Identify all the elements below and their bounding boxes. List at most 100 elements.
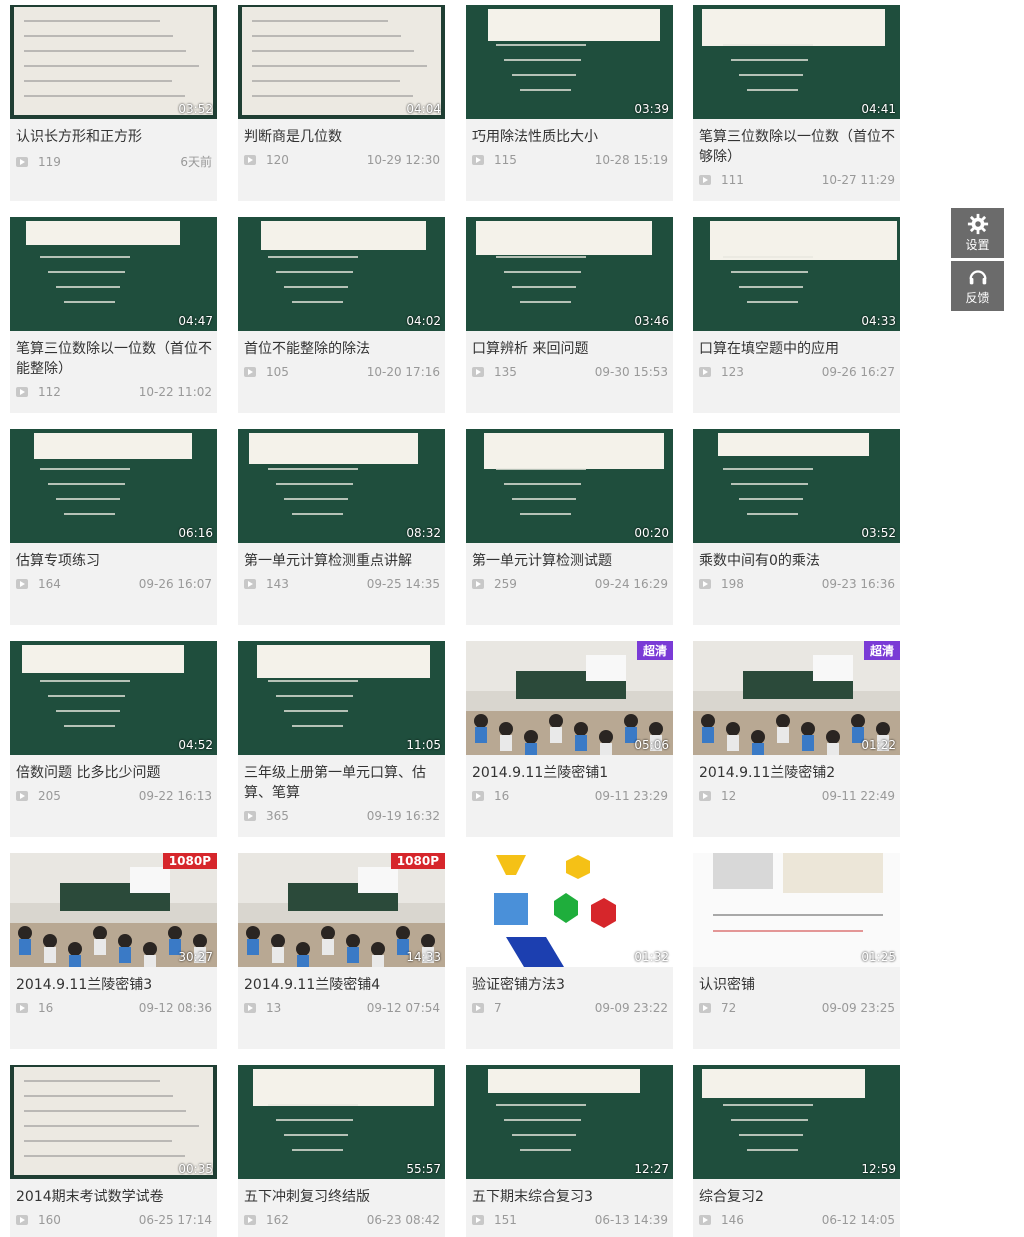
upload-date: 09-26 16:07: [138, 577, 212, 591]
video-card[interactable]: 1080P 30:27 2014.9.11兰陵密铺3 16 09-12 08:36: [10, 853, 217, 1049]
upload-date: 09-19 16:32: [366, 809, 440, 823]
video-title[interactable]: 验证密铺方法3: [472, 975, 668, 995]
video-title[interactable]: 认识长方形和正方形: [16, 127, 212, 147]
video-thumbnail[interactable]: 11:05: [238, 641, 445, 755]
video-card[interactable]: 12:59 综合复习2 146 06-12 14:05: [693, 1065, 900, 1237]
video-duration: 08:32: [406, 526, 441, 540]
upload-date: 10-29 12:30: [366, 153, 440, 167]
video-card[interactable]: 04:04 判断商是几位数 120 10-29 12:30: [238, 5, 445, 201]
video-title[interactable]: 综合复习2: [699, 1187, 895, 1207]
video-thumbnail[interactable]: 超清 01:22: [693, 641, 900, 755]
settings-label: 设置: [965, 238, 990, 252]
video-duration: 03:46: [634, 314, 669, 328]
play-count-icon: [244, 1003, 256, 1013]
video-title[interactable]: 口算在填空题中的应用: [699, 339, 895, 359]
video-duration: 01:32: [634, 950, 669, 964]
video-meta: 16 09-12 08:36: [16, 1001, 212, 1015]
video-card[interactable]: 04:02 首位不能整除的除法 105 10-20 17:16: [238, 217, 445, 413]
video-title[interactable]: 2014.9.11兰陵密铺1: [472, 763, 668, 783]
video-card[interactable]: 04:52 倍数问题 比多比少问题 205 09-22 16:13: [10, 641, 217, 837]
video-thumbnail[interactable]: 1080P 30:27: [10, 853, 217, 967]
play-count: 115: [494, 153, 517, 167]
play-count: 123: [721, 365, 744, 379]
video-title[interactable]: 乘数中间有0的乘法: [699, 551, 895, 571]
video-card[interactable]: 01:32 验证密铺方法3 7 09-09 23:22: [466, 853, 673, 1049]
video-card[interactable]: 55:57 五下冲刺复习终结版 162 06-23 08:42: [238, 1065, 445, 1237]
video-card[interactable]: 00:35 2014期末考试数学试卷 160 06-25 17:14: [10, 1065, 217, 1237]
play-count: 7: [494, 1001, 502, 1015]
video-title[interactable]: 2014期末考试数学试卷: [16, 1187, 212, 1207]
video-thumbnail[interactable]: 04:04: [238, 5, 445, 119]
video-title[interactable]: 倍数问题 比多比少问题: [16, 763, 212, 783]
play-count-icon: [16, 1003, 28, 1013]
video-thumbnail[interactable]: 08:32: [238, 429, 445, 543]
video-title[interactable]: 2014.9.11兰陵密铺4: [244, 975, 440, 995]
video-card[interactable]: 08:32 第一单元计算检测重点讲解 143 09-25 14:35: [238, 429, 445, 625]
video-thumbnail[interactable]: 04:41: [693, 5, 900, 119]
video-thumbnail[interactable]: 超清 05:06: [466, 641, 673, 755]
upload-date: 09-09 23:22: [594, 1001, 668, 1015]
video-thumbnail[interactable]: 04:33: [693, 217, 900, 331]
video-card[interactable]: 00:20 第一单元计算检测试题 259 09-24 16:29: [466, 429, 673, 625]
video-title[interactable]: 首位不能整除的除法: [244, 339, 440, 359]
video-card[interactable]: 12:27 五下期末综合复习3 151 06-13 14:39: [466, 1065, 673, 1237]
video-title[interactable]: 第一单元计算检测试题: [472, 551, 668, 571]
video-thumbnail[interactable]: 03:52: [693, 429, 900, 543]
video-title[interactable]: 笔算三位数除以一位数（首位不够除）: [699, 127, 895, 167]
video-card[interactable]: 1080P 14:33 2014.9.11兰陵密铺4 13 09-12 07:54: [238, 853, 445, 1049]
play-count: 12: [721, 789, 737, 803]
video-card[interactable]: 03:52 乘数中间有0的乘法 198 09-23 16:36: [693, 429, 900, 625]
video-title[interactable]: 巧用除法性质比大小: [472, 127, 668, 147]
video-meta: 119 6天前: [16, 153, 212, 170]
video-title[interactable]: 认识密铺: [699, 975, 895, 995]
video-card[interactable]: 11:05 三年级上册第一单元口算、估算、笔算 365 09-19 16:32: [238, 641, 445, 837]
video-title[interactable]: 估算专项练习: [16, 551, 212, 571]
video-title[interactable]: 2014.9.11兰陵密铺2: [699, 763, 895, 783]
video-card[interactable]: 超清 01:22 2014.9.11兰陵密铺2 12 09-11 22:49: [693, 641, 900, 837]
video-thumbnail[interactable]: 04:47: [10, 217, 217, 331]
video-duration: 04:04: [406, 102, 441, 116]
video-thumbnail[interactable]: 12:27: [466, 1065, 673, 1179]
video-card[interactable]: 04:33 口算在填空题中的应用 123 09-26 16:27: [693, 217, 900, 413]
video-thumbnail[interactable]: 06:16: [10, 429, 217, 543]
video-title[interactable]: 五下期末综合复习3: [472, 1187, 668, 1207]
video-title[interactable]: 判断商是几位数: [244, 127, 440, 147]
video-thumbnail[interactable]: 00:20: [466, 429, 673, 543]
video-card[interactable]: 04:41 笔算三位数除以一位数（首位不够除） 111 10-27 11:29: [693, 5, 900, 201]
video-thumbnail[interactable]: 04:52: [10, 641, 217, 755]
video-meta: 120 10-29 12:30: [244, 153, 440, 167]
video-thumbnail[interactable]: 03:52: [10, 5, 217, 119]
video-thumbnail[interactable]: 03:39: [466, 5, 673, 119]
play-count-icon: [16, 1215, 28, 1225]
video-thumbnail[interactable]: 55:57: [238, 1065, 445, 1179]
video-title[interactable]: 笔算三位数除以一位数（首位不能整除）: [16, 339, 212, 379]
video-thumbnail[interactable]: 01:25: [693, 853, 900, 967]
video-thumbnail[interactable]: 00:35: [10, 1065, 217, 1179]
play-count: 16: [38, 1001, 54, 1015]
video-card[interactable]: 超清 05:06 2014.9.11兰陵密铺1 16 09-11 23:29: [466, 641, 673, 837]
play-count: 112: [38, 385, 61, 399]
video-card[interactable]: 04:47 笔算三位数除以一位数（首位不能整除） 112 10-22 11:02: [10, 217, 217, 413]
video-meta: 205 09-22 16:13: [16, 789, 212, 803]
video-thumbnail[interactable]: 1080P 14:33: [238, 853, 445, 967]
video-card[interactable]: 01:25 认识密铺 72 09-09 23:25: [693, 853, 900, 1049]
video-title[interactable]: 2014.9.11兰陵密铺3: [16, 975, 212, 995]
video-thumbnail[interactable]: 04:02: [238, 217, 445, 331]
video-meta: 115 10-28 15:19: [472, 153, 668, 167]
video-card[interactable]: 03:39 巧用除法性质比大小 115 10-28 15:19: [466, 5, 673, 201]
quality-badge: 1080P: [390, 853, 445, 869]
video-title[interactable]: 五下冲刺复习终结版: [244, 1187, 440, 1207]
video-card[interactable]: 03:52 认识长方形和正方形 119 6天前: [10, 5, 217, 201]
video-thumbnail[interactable]: 12:59: [693, 1065, 900, 1179]
play-count: 146: [721, 1213, 744, 1227]
video-card[interactable]: 03:46 口算辨析 来回问题 135 09-30 15:53: [466, 217, 673, 413]
feedback-button[interactable]: 反馈: [951, 261, 1004, 311]
settings-button[interactable]: 设置: [951, 208, 1004, 258]
video-card[interactable]: 06:16 估算专项练习 164 09-26 16:07: [10, 429, 217, 625]
video-thumbnail[interactable]: 03:46: [466, 217, 673, 331]
upload-date: 09-11 22:49: [821, 789, 895, 803]
video-thumbnail[interactable]: 01:32: [466, 853, 673, 967]
video-title[interactable]: 三年级上册第一单元口算、估算、笔算: [244, 763, 440, 803]
video-title[interactable]: 第一单元计算检测重点讲解: [244, 551, 440, 571]
video-title[interactable]: 口算辨析 来回问题: [472, 339, 668, 359]
